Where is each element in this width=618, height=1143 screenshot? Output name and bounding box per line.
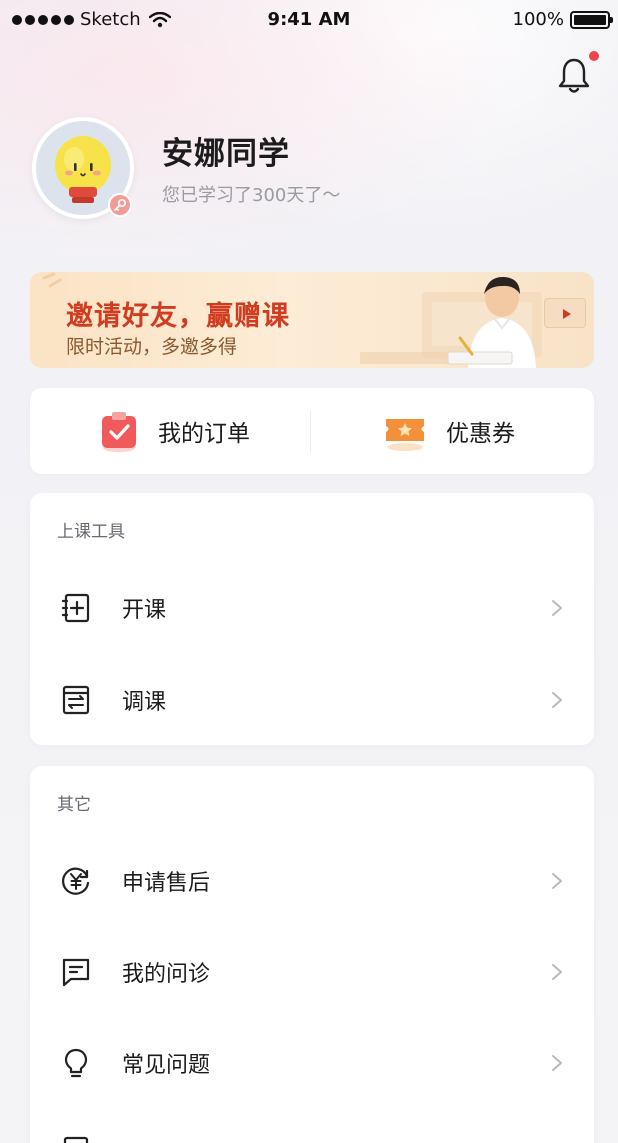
list-item-my-consultations[interactable]: 我的问诊 bbox=[30, 927, 594, 1017]
coupons-button[interactable]: 优惠券 bbox=[384, 388, 515, 474]
avatar-edit-badge[interactable] bbox=[108, 193, 132, 217]
document-icon bbox=[63, 1136, 89, 1143]
other-section-card: 其它 申请售后 我的问诊 常见问题 bbox=[30, 766, 594, 1143]
list-item-partial[interactable] bbox=[30, 1109, 594, 1143]
tools-section-card: 上课工具 开课 调课 bbox=[30, 493, 594, 745]
bell-icon[interactable] bbox=[555, 56, 593, 96]
chevron-right-icon bbox=[552, 1055, 562, 1071]
coupons-label: 优惠券 bbox=[446, 421, 515, 447]
quick-actions-card: 我的订单 优惠券 bbox=[30, 388, 594, 474]
student-illustration bbox=[447, 276, 536, 368]
play-icon bbox=[563, 309, 571, 319]
quick-actions-divider bbox=[310, 410, 311, 452]
invite-banner[interactable]: 邀请好友，赢赠课 限时活动，多邀多得 bbox=[30, 272, 594, 368]
key-icon bbox=[114, 199, 127, 211]
study-days-text: 您已学习了300天了～ bbox=[162, 185, 341, 206]
add-note-icon bbox=[61, 593, 90, 623]
video-play-button[interactable] bbox=[544, 298, 586, 328]
chevron-right-icon bbox=[552, 873, 562, 889]
battery-icon bbox=[570, 10, 613, 29]
chevron-right-icon bbox=[552, 692, 562, 708]
battery-percent: 100% bbox=[512, 9, 564, 30]
notification-dot bbox=[589, 51, 599, 61]
banner-subtitle: 限时活动，多邀多得 bbox=[66, 336, 238, 358]
coupon-icon bbox=[386, 419, 424, 451]
list-item-after-sales[interactable]: 申请售后 bbox=[30, 836, 594, 926]
user-name: 安娜同学 bbox=[162, 136, 290, 172]
my-orders-label: 我的订单 bbox=[158, 421, 250, 447]
status-right: 100% bbox=[512, 9, 613, 30]
list-item-label: 调课 bbox=[122, 690, 167, 715]
list-item-reschedule-class[interactable]: 调课 bbox=[30, 655, 594, 745]
list-item-label: 申请售后 bbox=[122, 871, 211, 896]
list-item-label: 开课 bbox=[122, 598, 167, 623]
status-bar: Sketch 9:41 AM 100% bbox=[0, 0, 618, 40]
chat-note-icon bbox=[62, 958, 90, 987]
list-item-faq[interactable]: 常见问题 bbox=[30, 1018, 594, 1108]
other-section-title: 其它 bbox=[57, 795, 91, 815]
list-item-label: 常见问题 bbox=[122, 1053, 211, 1078]
order-clipboard-icon bbox=[102, 412, 136, 452]
chevron-right-icon bbox=[552, 600, 562, 616]
chevron-right-icon bbox=[552, 964, 562, 980]
swap-note-icon bbox=[62, 685, 90, 715]
lightbulb-icon bbox=[64, 1048, 88, 1078]
banner-title: 邀请好友，赢赠课 bbox=[66, 301, 290, 332]
tools-section-title: 上课工具 bbox=[57, 522, 125, 542]
list-item-start-class[interactable]: 开课 bbox=[30, 563, 594, 653]
yuan-refund-icon bbox=[62, 867, 90, 895]
my-orders-button[interactable]: 我的订单 bbox=[100, 388, 250, 474]
list-item-label: 我的问诊 bbox=[122, 962, 211, 987]
